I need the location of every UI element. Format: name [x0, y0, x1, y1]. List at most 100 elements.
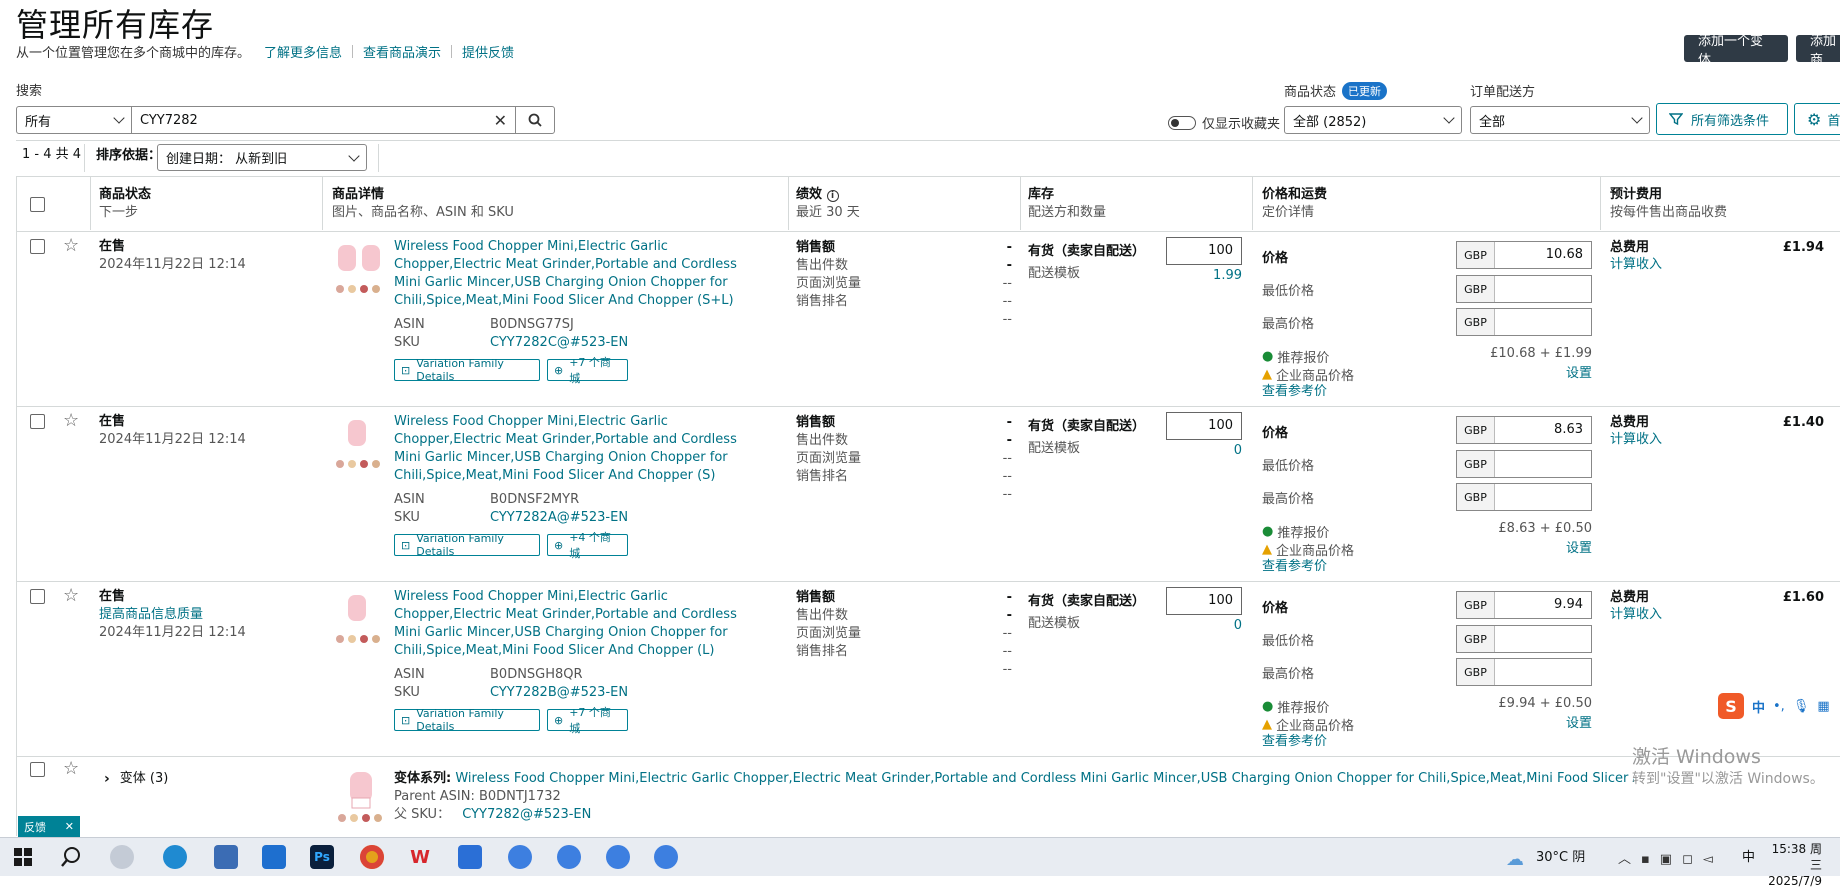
shipping-template-value[interactable]: 0 — [1196, 442, 1242, 460]
calculate-revenue-link[interactable]: 计算收入 — [1610, 606, 1662, 624]
variation-family-button[interactable]: ⊡ Variation Family Details — [394, 357, 540, 383]
app-icon[interactable] — [458, 845, 482, 869]
app-icon[interactable] — [606, 845, 630, 869]
reference-price-link[interactable]: 查看参考价 — [1262, 383, 1327, 401]
toggle-switch[interactable] — [1168, 115, 1196, 130]
search-button[interactable] — [515, 106, 555, 134]
parent-sku-link[interactable]: CYY7282@#523-EN — [462, 807, 591, 822]
marketplaces-button[interactable]: ⊕ +4 个商城 — [547, 531, 628, 560]
tray-icons[interactable]: ︿▪▣◻◅ — [1618, 848, 1723, 867]
favorites-toggle[interactable]: 仅显示收藏夹 — [1168, 113, 1280, 132]
row-checkbox[interactable] — [30, 414, 45, 429]
min-price-label: 最低价格 — [1262, 284, 1315, 299]
add-product-button[interactable]: 添加商 — [1796, 34, 1840, 68]
star-icon[interactable]: ☆ — [63, 587, 79, 605]
search-icon[interactable] — [60, 846, 82, 872]
feedback-link[interactable]: 提供反馈 — [462, 42, 514, 61]
marketplaces-button[interactable]: ⊕ +7 个商城 — [547, 706, 628, 735]
chrome-icon[interactable] — [360, 845, 384, 869]
parent-checkbox[interactable] — [30, 762, 45, 777]
variants-expander[interactable]: › 变体 (3) — [104, 770, 168, 788]
remote-app-icon[interactable] — [214, 845, 238, 869]
ime-toolbar[interactable]: S 中 •, 🎙 ▦ — [1718, 690, 1840, 722]
business-price-set-link[interactable]: 设置 — [1552, 715, 1592, 733]
star-icon[interactable]: ☆ — [63, 760, 79, 778]
min-price-input[interactable]: GBP — [1456, 450, 1592, 478]
price-input[interactable]: GBP 10.68 — [1456, 241, 1592, 269]
app-icon[interactable] — [654, 845, 678, 869]
business-price-set-link[interactable]: 设置 — [1552, 540, 1592, 558]
marketplaces-button[interactable]: ⊕ +7 个商城 — [547, 356, 628, 385]
clear-icon[interactable]: ✕ — [494, 111, 507, 130]
feedback-tab[interactable]: 反馈 ✕ — [18, 816, 80, 837]
min-price-input[interactable]: GBP — [1456, 275, 1592, 303]
search-label: 搜索 — [16, 84, 43, 99]
demo-link[interactable]: 查看商品演示 — [363, 42, 441, 61]
close-icon[interactable]: ✕ — [65, 820, 74, 833]
calculate-revenue-link[interactable]: 计算收入 — [1610, 431, 1662, 449]
clock[interactable]: 15:38 周三 2025/7/9 — [1760, 841, 1822, 889]
row-checkbox[interactable] — [30, 239, 45, 254]
product-thumbnail[interactable] — [332, 241, 388, 293]
row-checkbox[interactable] — [30, 589, 45, 604]
star-icon[interactable]: ☆ — [63, 237, 79, 255]
sku-link[interactable]: CYY7282B@#523-EN — [490, 684, 628, 702]
shipping-template-value[interactable]: 1.99 — [1196, 267, 1242, 285]
sku-link[interactable]: CYY7282A@#523-EN — [490, 509, 628, 527]
min-price-input[interactable]: GBP — [1456, 625, 1592, 653]
max-price-input[interactable]: GBP — [1456, 658, 1592, 686]
edge-icon[interactable] — [163, 845, 187, 869]
windows-start-icon[interactable] — [14, 848, 32, 870]
info-icon[interactable]: i — [826, 190, 839, 202]
all-filters-button[interactable]: 所有筛选条件 — [1656, 103, 1788, 135]
quantity-input[interactable]: 100 — [1166, 587, 1242, 615]
app-icon[interactable] — [508, 845, 532, 869]
feishu-icon[interactable] — [262, 845, 286, 869]
ime-indicator[interactable]: 中 — [1742, 849, 1755, 867]
max-price-input[interactable]: GBP — [1456, 483, 1592, 511]
add-variant-button[interactable]: 添加一个变体 — [1684, 34, 1788, 68]
product-title-link[interactable]: Wireless Food Chopper Mini,Electric Garl… — [394, 238, 766, 310]
status-select[interactable]: 全部 (2852) — [1284, 106, 1462, 134]
product-title-link[interactable]: Wireless Food Chopper Mini,Electric Garl… — [394, 413, 766, 485]
sort-select[interactable]: 创建日期： 从新到旧 — [157, 144, 367, 171]
wps-icon[interactable]: W — [408, 845, 432, 869]
reference-price-link[interactable]: 查看参考价 — [1262, 558, 1327, 576]
activation-watermark: 激活 Windows — [1632, 746, 1761, 768]
stock-status: 有货（卖家自配送） — [1028, 244, 1146, 259]
search-scope-select[interactable]: 所有 — [16, 106, 132, 134]
max-price-input[interactable]: GBP — [1456, 308, 1592, 336]
variation-family-button[interactable]: ⊡ Variation Family Details — [394, 532, 540, 558]
settings-app-icon[interactable] — [110, 845, 134, 869]
fulfil-select[interactable]: 全部 — [1470, 106, 1650, 134]
family-link[interactable]: Wireless Food Chopper Mini,Electric Garl… — [455, 771, 1634, 786]
sku-label: SKU — [394, 510, 420, 525]
app-icon[interactable] — [557, 845, 581, 869]
select-all-checkbox[interactable] — [30, 197, 45, 212]
business-price-set-link[interactable]: 设置 — [1552, 365, 1592, 383]
quantity-input[interactable]: 100 — [1166, 237, 1242, 265]
star-icon[interactable]: ☆ — [63, 412, 79, 430]
keyboard-icon: ▦ — [1817, 698, 1830, 714]
price-input[interactable]: GBP 8.63 — [1456, 416, 1592, 444]
quantity-input[interactable]: 100 — [1166, 412, 1242, 440]
price-input[interactable]: GBP 9.94 — [1456, 591, 1592, 619]
reference-price-link[interactable]: 查看参考价 — [1262, 733, 1327, 751]
sku-link[interactable]: CYY7282C@#523-EN — [490, 334, 628, 352]
search-input[interactable]: CYY7282 ✕ — [131, 106, 516, 134]
variation-family-button[interactable]: ⊡ Variation Family Details — [394, 707, 540, 733]
weather-text[interactable]: 30°C 阴 — [1536, 849, 1585, 867]
product-title-link[interactable]: Wireless Food Chopper Mini,Electric Garl… — [394, 588, 766, 660]
photoshop-icon[interactable]: Ps — [310, 845, 334, 869]
shipping-template-value[interactable]: 0 — [1196, 617, 1242, 635]
settings-button[interactable]: ⚙ 首 — [1794, 103, 1840, 135]
stock-status: 有货（卖家自配送） — [1028, 594, 1146, 609]
tag-icon: ⊡ — [401, 363, 411, 377]
asin-value: B0DNSG77SJ — [490, 317, 574, 332]
col-status: 商品状态 下一步 — [99, 187, 152, 220]
learn-more-link[interactable]: 了解更多信息 — [264, 42, 342, 61]
product-thumbnail[interactable] — [332, 591, 388, 643]
product-thumbnail[interactable] — [332, 416, 388, 468]
calculate-revenue-link[interactable]: 计算收入 — [1610, 256, 1662, 274]
improve-listing-link[interactable]: 提高商品信息质量 — [99, 606, 203, 624]
